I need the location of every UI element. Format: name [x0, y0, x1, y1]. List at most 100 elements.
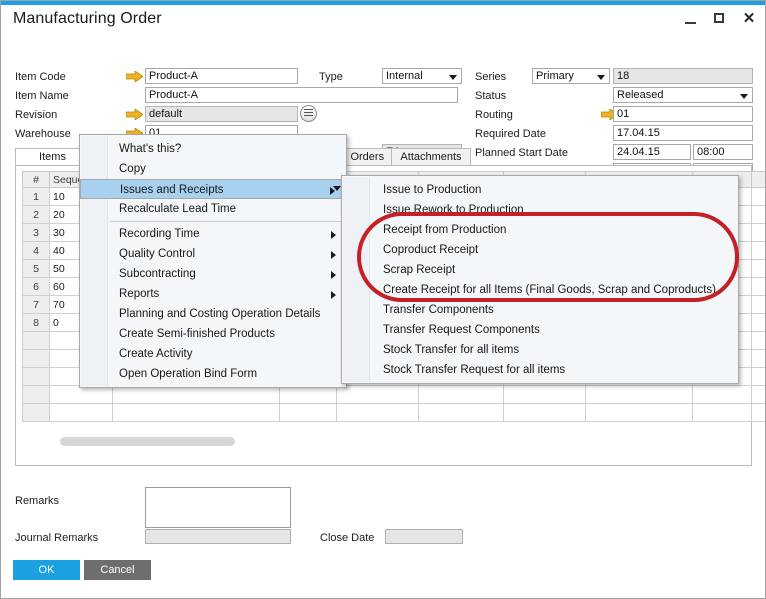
submenu-item[interactable]: Transfer Components — [342, 300, 738, 320]
row-number-cell[interactable]: 3 — [23, 224, 50, 242]
row-number-cell[interactable] — [23, 404, 50, 422]
context-menu-item[interactable]: Recalculate Lead Time — [80, 199, 346, 219]
order-header-form: Item Code Item Name Revision Warehouse P… — [1, 33, 765, 128]
submenu-item[interactable]: Transfer Request Components — [342, 320, 738, 340]
status-select[interactable]: Released — [613, 87, 753, 103]
row-number-cell[interactable]: 2 — [23, 206, 50, 224]
row-number-cell[interactable]: 1 — [23, 188, 50, 206]
grid-cell[interactable] — [280, 404, 337, 422]
submenu-item[interactable]: Scrap Receipt — [342, 260, 738, 280]
row-number-cell[interactable]: 7 — [23, 296, 50, 314]
row-number-cell[interactable] — [23, 332, 50, 350]
grid-cell[interactable] — [337, 404, 419, 422]
context-menu-item[interactable]: Subcontracting — [80, 264, 346, 284]
context-menu-item[interactable]: Planning and Costing Operation Details — [80, 304, 346, 324]
grid-cell[interactable] — [337, 386, 419, 404]
row-number-cell[interactable]: 8 — [23, 314, 50, 332]
grid-cell[interactable] — [586, 404, 693, 422]
issues-and-receipts-submenu: Issue to ProductionIssue Rework to Produ… — [341, 175, 739, 384]
grid-cell[interactable] — [504, 386, 586, 404]
grid-cell[interactable] — [752, 260, 766, 278]
grid-cell[interactable] — [752, 332, 766, 350]
row-number-cell[interactable]: 4 — [23, 242, 50, 260]
grid-cell[interactable] — [752, 188, 766, 206]
grid-cell[interactable] — [752, 404, 766, 422]
grid-cell[interactable] — [752, 224, 766, 242]
cancel-button[interactable]: Cancel — [84, 560, 151, 580]
context-menu-item[interactable]: Reports — [80, 284, 346, 304]
type-select[interactable]: Internal — [382, 68, 462, 84]
warehouse-label: Warehouse — [15, 128, 71, 140]
item-name-field[interactable]: Product-A — [145, 87, 458, 103]
window-controls: ✕ — [683, 11, 757, 27]
grid-cell[interactable] — [752, 296, 766, 314]
sequence-cell[interactable] — [50, 404, 113, 422]
status-label: Status — [475, 90, 506, 102]
grid-cell[interactable] — [419, 404, 504, 422]
required-date-field[interactable]: 17.04.15 — [613, 125, 753, 141]
minimize-icon[interactable] — [683, 11, 699, 27]
series-select[interactable]: Primary — [532, 68, 610, 84]
grid-cell[interactable] — [752, 242, 766, 260]
routing-field[interactable]: 01 — [613, 106, 753, 122]
window-title-bar: Manufacturing Order ✕ — [1, 1, 765, 33]
grid-horizontal-scrollbar[interactable] — [60, 437, 235, 446]
grid-cell[interactable] — [280, 386, 337, 404]
submenu-item[interactable]: Issue Rework to Production — [342, 200, 738, 220]
revision-list-icon[interactable] — [300, 105, 317, 122]
context-menu-item[interactable]: Open Operation Bind Form — [80, 364, 346, 384]
required-field-arrow-icon — [126, 71, 143, 82]
context-menu-item[interactable]: Create Activity — [80, 344, 346, 364]
grid-cell[interactable] — [752, 206, 766, 224]
ok-button[interactable]: OK — [13, 560, 80, 580]
submenu-item[interactable]: Stock Transfer Request for all items — [342, 360, 738, 380]
grid-cell[interactable] — [586, 386, 693, 404]
row-number-cell[interactable] — [23, 350, 50, 368]
table-row[interactable] — [23, 386, 766, 404]
submenu-chevron-right-icon — [331, 271, 336, 279]
sequence-cell[interactable] — [50, 386, 113, 404]
item-code-field[interactable]: Product-A — [145, 68, 298, 84]
context-menu-item[interactable]: Quality Control — [80, 244, 346, 264]
required-field-arrow-icon — [126, 109, 143, 120]
grid-column-header[interactable] — [752, 172, 766, 188]
tab-attachments[interactable]: Attachments — [391, 148, 471, 165]
grid-cell[interactable] — [504, 404, 586, 422]
row-number-cell[interactable]: 5 — [23, 260, 50, 278]
grid-cell[interactable] — [419, 386, 504, 404]
context-menu-item[interactable]: What's this? — [80, 139, 346, 159]
submenu-item[interactable]: Issue to Production — [342, 180, 738, 200]
submenu-chevron-right-icon — [330, 187, 335, 195]
routing-label: Routing — [475, 109, 513, 121]
table-row[interactable] — [23, 404, 766, 422]
revision-label: Revision — [15, 109, 57, 121]
grid-cell[interactable] — [113, 386, 280, 404]
grid-cell[interactable] — [752, 386, 766, 404]
remarks-input[interactable] — [145, 487, 291, 528]
context-menu-item[interactable]: Recording Time — [80, 224, 346, 244]
grid-cell[interactable] — [752, 278, 766, 296]
document-number-field: 18 — [613, 68, 753, 84]
row-number-cell[interactable] — [23, 386, 50, 404]
row-number-cell[interactable] — [23, 368, 50, 386]
grid-cell[interactable] — [752, 368, 766, 386]
submenu-item[interactable]: Coproduct Receipt — [342, 240, 738, 260]
revision-field[interactable]: default — [145, 106, 298, 122]
grid-column-header[interactable]: # — [23, 172, 50, 188]
grid-cell[interactable] — [693, 386, 752, 404]
context-menu-item[interactable]: Issues and Receipts — [80, 179, 346, 199]
context-menu-item[interactable]: Create Semi-finished Products — [80, 324, 346, 344]
submenu-item[interactable]: Create Receipt for all Items (Final Good… — [342, 280, 738, 300]
grid-cell[interactable] — [752, 314, 766, 332]
grid-cell[interactable] — [113, 404, 280, 422]
maximize-icon[interactable] — [712, 11, 728, 27]
submenu-item[interactable]: Stock Transfer for all items — [342, 340, 738, 360]
grid-cell[interactable] — [693, 404, 752, 422]
grid-cell[interactable] — [752, 350, 766, 368]
context-menu-item[interactable]: Copy — [80, 159, 346, 179]
close-icon[interactable]: ✕ — [741, 11, 757, 27]
submenu-chevron-right-icon — [331, 251, 336, 259]
row-number-cell[interactable]: 6 — [23, 278, 50, 296]
submenu-item[interactable]: Receipt from Production — [342, 220, 738, 240]
close-date-input — [385, 529, 463, 544]
